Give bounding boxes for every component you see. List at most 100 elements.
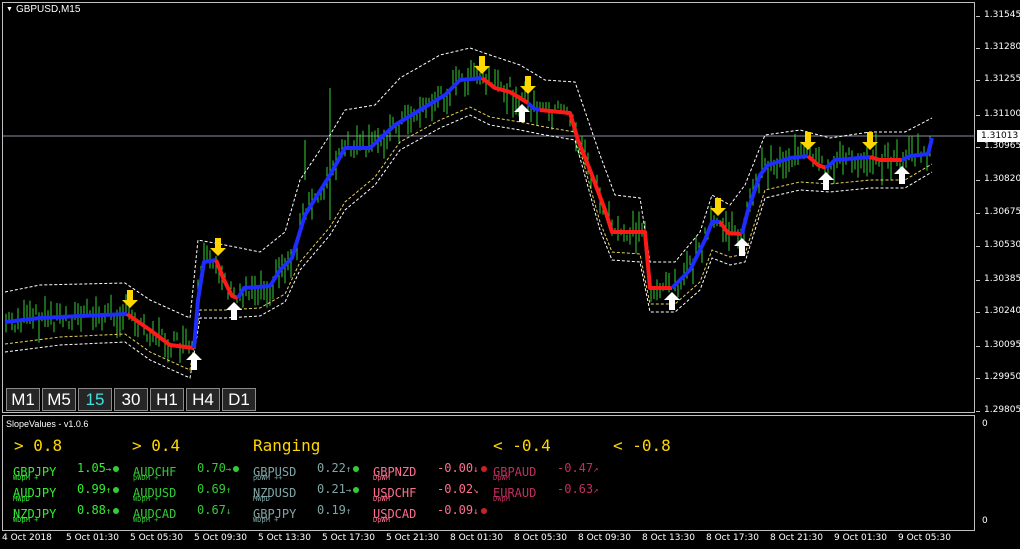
- price-axis[interactable]: 1.31545 1.31280 1.31255 1.31100 1.30965 1.308…: [976, 0, 1020, 531]
- subwindow-axis-top: 0: [982, 419, 988, 429]
- status-dot-icon: [353, 465, 360, 472]
- pair-value: -0.47↗: [557, 461, 599, 475]
- price-label: 1.31100: [984, 109, 1020, 119]
- pair-slope-value: 0.22: [317, 461, 346, 475]
- price-tick: [976, 180, 980, 181]
- time-label: 5 Oct 13:30: [258, 533, 311, 543]
- pair-subtext: MWpD: [13, 495, 30, 503]
- slope-pair: EURAUD -0.63↗ DWpM: [493, 482, 599, 503]
- price-label: 1.30530: [984, 240, 1020, 250]
- pair-subtext: DpWM: [493, 474, 510, 482]
- pair-slope-value: 0.88: [77, 503, 106, 517]
- price-tick: [976, 378, 980, 379]
- pair-subtext: pWDM +: [133, 474, 159, 482]
- trend-segment: [670, 220, 720, 290]
- price-label: 1.30240: [984, 306, 1020, 316]
- time-axis[interactable]: 4 Oct 2018 5 Oct 01:30 5 Oct 05:30 5 Oct 09…: [0, 531, 1020, 549]
- time-label: 8 Oct 13:30: [642, 533, 695, 543]
- slope-pair: AUDCAD 0.67↓ WDpM +: [133, 503, 231, 524]
- trend-arrow-icon: ↓: [225, 507, 232, 517]
- trend-arrow-icon: ↑: [345, 465, 352, 475]
- pair-slope-value: -0.02: [437, 482, 474, 496]
- trend-arrow-icon: ↑: [225, 486, 232, 496]
- pair-value: 0.70→: [197, 461, 240, 475]
- status-dot-icon: [113, 486, 120, 493]
- time-label: 5 Oct 05:30: [130, 533, 183, 543]
- price-label: 1.30095: [984, 340, 1020, 350]
- time-label: 8 Oct 17:30: [706, 533, 759, 543]
- pair-value: 0.19↑: [317, 503, 351, 517]
- pair-subtext: WDpM +: [133, 516, 159, 524]
- trend-arrow-icon: ↗: [593, 486, 599, 496]
- current-price-label: 1.31013: [977, 130, 1020, 142]
- pair-slope-value: -0.63: [557, 482, 594, 496]
- price-tick: [976, 147, 980, 148]
- time-label: 8 Oct 01:30: [450, 533, 503, 543]
- time-label: 8 Oct 05:30: [514, 533, 567, 543]
- price-tick: [976, 346, 980, 347]
- trend-arrow-icon: →: [345, 486, 352, 496]
- sell-arrow-icon: [122, 290, 138, 308]
- trend-segment: [806, 154, 827, 170]
- pair-subtext: WDpM +: [253, 516, 279, 524]
- timeframe-button-h4[interactable]: H4: [186, 388, 220, 411]
- pair-value: 1.05→: [77, 461, 120, 475]
- slope-pair: USDCHF -0.02↘ DpWM: [373, 482, 479, 503]
- status-dot-icon: [233, 465, 240, 472]
- sell-arrow-icon: [710, 198, 726, 216]
- slope-pair: NZDJPY 0.88↑ WDpM +: [13, 503, 120, 524]
- pair-slope-value: -0.09: [437, 503, 474, 517]
- price-label: 1.31545: [984, 10, 1020, 20]
- timeframe-button-d1[interactable]: D1: [222, 388, 256, 411]
- pair-value: -0.63↗: [557, 482, 599, 496]
- timeframe-button-m1[interactable]: M1: [6, 388, 40, 411]
- slope-header: > 0.4: [132, 436, 181, 455]
- band-lower: [4, 114, 933, 379]
- pair-subtext: DpWM: [373, 516, 390, 524]
- status-dot-icon: [480, 465, 487, 472]
- slope-pair: AUDUSD 0.69↑ WDpM +: [133, 482, 231, 503]
- price-tick: [976, 246, 980, 247]
- price-tick: [976, 115, 980, 116]
- timeframe-button-15[interactable]: 15: [78, 388, 112, 411]
- pair-subtext: pDWM ++: [253, 474, 283, 482]
- time-label: 9 Oct 05:30: [898, 533, 951, 543]
- pair-slope-value: 0.21: [317, 482, 346, 496]
- slope-pair: GBPJPY 0.19↑ WDpM +: [253, 503, 351, 524]
- status-dot-icon: [113, 465, 120, 472]
- pair-subtext: MWpD: [253, 495, 270, 503]
- pair-slope-value: 1.05: [77, 461, 106, 475]
- chart-window[interactable]: ▼ GBPUSD,M15 1.31545 1.31280 1.31255 1.3110…: [0, 0, 1020, 549]
- slope-header: > 0.8: [14, 436, 63, 455]
- time-label: 5 Oct 17:30: [322, 533, 375, 543]
- candles: [5, 60, 931, 363]
- subwindow-title: SlopeValues - v1.0.6: [6, 419, 89, 429]
- trend-arrow-icon: ↘: [473, 486, 479, 496]
- price-label: 1.31255: [984, 74, 1020, 84]
- trend-arrow-icon: ↗: [593, 465, 599, 475]
- slope-pair: GBPUSD 0.22↑ pDWM ++: [253, 461, 360, 482]
- timeframe-button-m5[interactable]: M5: [42, 388, 76, 411]
- pair-value: -0.02↘: [437, 482, 479, 496]
- timeframe-button-h1[interactable]: H1: [150, 388, 184, 411]
- status-dot-icon: [113, 507, 120, 514]
- timeframe-button-30[interactable]: 30: [114, 388, 148, 411]
- price-label: 1.31280: [984, 42, 1020, 52]
- buy-arrow-icon: [186, 352, 202, 370]
- pair-subtext: WDpM +: [13, 474, 39, 482]
- pair-value: 0.22↑: [317, 461, 360, 475]
- pair-slope-value: -0.00: [437, 461, 474, 475]
- sell-arrow-icon: [800, 132, 816, 150]
- price-label: 1.29805: [984, 405, 1020, 415]
- caret-down-icon[interactable]: ▼: [6, 6, 13, 13]
- pair-subtext: DpWM: [373, 495, 390, 503]
- slope-pair: NZDUSD 0.21→ MWpD: [253, 482, 360, 503]
- price-tick: [976, 48, 980, 49]
- pair-value: 0.69↑: [197, 482, 231, 496]
- price-label: 1.29950: [984, 372, 1020, 382]
- trend-segment: [192, 258, 217, 349]
- price-label: 1.30675: [984, 207, 1020, 217]
- slope-header: Ranging: [253, 436, 321, 455]
- trend-line: [4, 76, 934, 350]
- status-dot-icon: [353, 486, 360, 493]
